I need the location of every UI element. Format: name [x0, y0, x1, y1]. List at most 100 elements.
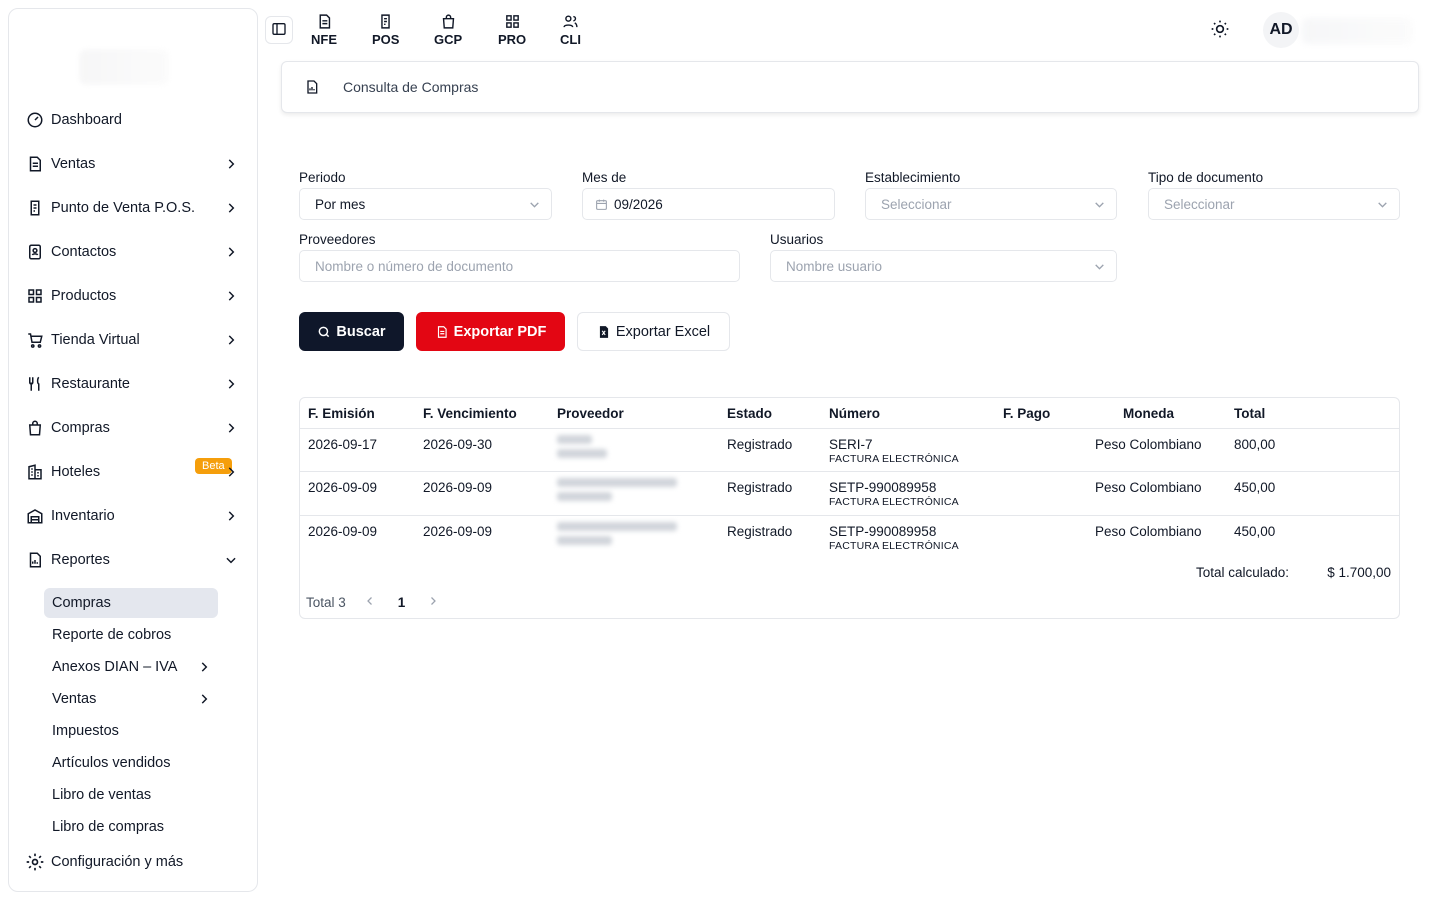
bag-icon — [439, 12, 457, 30]
column-header-estado[interactable]: Estado — [727, 406, 772, 421]
sidebar-item-label: Punto de Venta P.O.S. — [51, 200, 196, 216]
column-header-vencimiento[interactable]: F. Vencimiento — [423, 406, 517, 421]
export-excel-button[interactable]: Exportar Excel — [577, 312, 730, 351]
sun-icon — [1210, 19, 1230, 42]
users-icon — [561, 12, 579, 30]
chevron-down-icon — [527, 197, 541, 211]
sidebar-item-label: Restaurante — [51, 376, 130, 392]
subitem-compras[interactable]: Compras — [44, 588, 218, 618]
page-number[interactable]: 1 — [398, 595, 406, 610]
export-pdf-label: Exportar PDF — [453, 323, 547, 340]
sidebar-toggle-button[interactable] — [265, 16, 293, 44]
sidebar-item-reportes[interactable]: Reportes — [25, 544, 247, 576]
next-page-button[interactable] — [423, 595, 443, 610]
proveedores-input[interactable]: Nombre o número de documento — [299, 250, 740, 282]
chevron-down-icon — [1375, 197, 1389, 211]
sidebar-item-compras[interactable]: Compras — [25, 412, 247, 444]
sidebar-item-inventario[interactable]: Inventario — [25, 500, 247, 532]
cell-emision: 2026-09-09 — [308, 524, 378, 539]
sidebar-item-restaurante[interactable]: Restaurante — [25, 368, 247, 400]
establecimiento-select[interactable]: Seleccionar — [865, 188, 1117, 220]
cell-numero: SETP-990089958 FACTURA ELECTRÓNICA — [829, 524, 959, 552]
subitem-libro-compras[interactable]: Libro de compras — [44, 812, 218, 842]
top-app-label: NFE — [311, 32, 337, 47]
subitem-anexos-dian[interactable]: Anexos DIAN – IVA — [44, 652, 218, 682]
top-app-nfe[interactable]: NFE — [311, 12, 337, 52]
sidebar-item-pos[interactable]: Punto de Venta P.O.S. — [25, 192, 247, 224]
subitem-reporte-cobros[interactable]: Reporte de cobros — [44, 620, 218, 650]
cell-total: 800,00 — [1234, 437, 1276, 452]
excel-file-icon — [597, 325, 611, 339]
user-name-redacted — [1302, 18, 1412, 44]
periodo-label: Periodo — [299, 170, 346, 185]
column-header-pago[interactable]: F. Pago — [1003, 406, 1050, 421]
sidebar-item-dashboard[interactable]: Dashboard — [25, 104, 247, 136]
sidebar-item-productos[interactable]: Productos — [25, 280, 247, 312]
chevron-right-icon — [196, 691, 212, 707]
subitem-articulos-vendidos[interactable]: Artículos vendidos — [44, 748, 218, 778]
table-row[interactable]: 2026-09-09 2026-09-09 Registrado SETP-99… — [300, 515, 1399, 559]
top-app-cli[interactable]: CLI — [560, 12, 581, 52]
sidebar-item-contactos[interactable]: Contactos — [25, 236, 247, 268]
invoice-icon — [315, 12, 333, 30]
tipo-documento-placeholder: Seleccionar — [1164, 196, 1235, 212]
chevron-down-icon — [1092, 259, 1106, 273]
theme-toggle-button[interactable] — [1208, 18, 1232, 42]
pos-icon — [377, 12, 395, 30]
table-row[interactable]: 2026-09-09 2026-09-09 Registrado SETP-99… — [300, 471, 1399, 515]
mes-label: Mes de — [582, 170, 627, 185]
sidebar-panel-icon — [271, 21, 287, 40]
chevron-right-icon — [223, 508, 239, 524]
chevron-right-icon — [196, 659, 212, 675]
hotel-icon — [25, 462, 45, 482]
subitem-impuestos[interactable]: Impuestos — [44, 716, 218, 746]
cell-moneda: Peso Colombiano — [1095, 524, 1202, 539]
chevron-right-icon — [223, 288, 239, 304]
top-app-pos[interactable]: POS — [372, 12, 399, 52]
top-app-pro[interactable]: PRO — [498, 12, 526, 52]
top-app-gcp[interactable]: GCP — [434, 12, 462, 52]
column-header-numero[interactable]: Número — [829, 406, 880, 421]
total-calculated-label: Total calculado: — [1196, 565, 1290, 580]
search-button[interactable]: Buscar — [299, 312, 404, 351]
mes-date-picker[interactable]: 09/2026 — [582, 188, 835, 220]
document-icon — [25, 154, 45, 174]
mes-value: 09/2026 — [614, 196, 663, 212]
search-button-label: Buscar — [336, 323, 386, 340]
apps-grid-icon — [503, 12, 521, 30]
sidebar-item-ventas[interactable]: Ventas — [25, 148, 247, 180]
column-header-proveedor[interactable]: Proveedor — [557, 406, 624, 421]
cell-total: 450,00 — [1234, 480, 1276, 495]
cell-moneda: Peso Colombiano — [1095, 437, 1202, 452]
column-header-emision[interactable]: F. Emisión — [308, 406, 375, 421]
column-header-moneda[interactable]: Moneda — [1123, 406, 1174, 421]
chevron-right-icon — [223, 376, 239, 392]
search-icon — [317, 325, 331, 339]
cart-icon — [25, 330, 45, 350]
subitem-libro-ventas[interactable]: Libro de ventas — [44, 780, 218, 810]
sidebar-item-tienda-virtual[interactable]: Tienda Virtual — [25, 324, 247, 356]
subitem-ventas[interactable]: Ventas — [44, 684, 218, 714]
usuarios-select[interactable]: Nombre usuario — [770, 250, 1117, 282]
sidebar-item-hoteles[interactable]: Hoteles Beta — [25, 456, 247, 488]
sidebar-item-label: Configuración y más — [51, 854, 184, 870]
grid-icon — [25, 286, 45, 306]
periodo-select[interactable]: Por mes — [299, 188, 552, 220]
table-row[interactable]: 2026-09-17 2026-09-30 Registrado SERI-7 F… — [300, 428, 1399, 472]
user-avatar[interactable]: AD — [1263, 12, 1299, 48]
purchases-table: F. Emisión F. Vencimiento Proveedor Esta… — [299, 397, 1400, 619]
column-header-total[interactable]: Total — [1234, 406, 1265, 421]
export-pdf-button[interactable]: Exportar PDF — [416, 312, 565, 351]
chevron-left-icon — [364, 595, 376, 610]
sidebar-item-configuracion[interactable]: Configuración y más — [25, 846, 247, 878]
prev-page-button[interactable] — [360, 595, 380, 610]
chevron-down-icon — [1092, 197, 1106, 211]
export-excel-label: Exportar Excel — [615, 323, 711, 340]
top-app-label: GCP — [434, 32, 463, 47]
tipo-documento-select[interactable]: Seleccionar — [1148, 188, 1400, 220]
cell-estado: Registrado — [727, 524, 793, 539]
tipo-documento-label: Tipo de documento — [1148, 170, 1264, 185]
numero-value: SETP-990089958 — [829, 480, 937, 495]
sidebar-item-label: Hoteles — [51, 464, 101, 480]
establecimiento-placeholder: Seleccionar — [881, 196, 952, 212]
